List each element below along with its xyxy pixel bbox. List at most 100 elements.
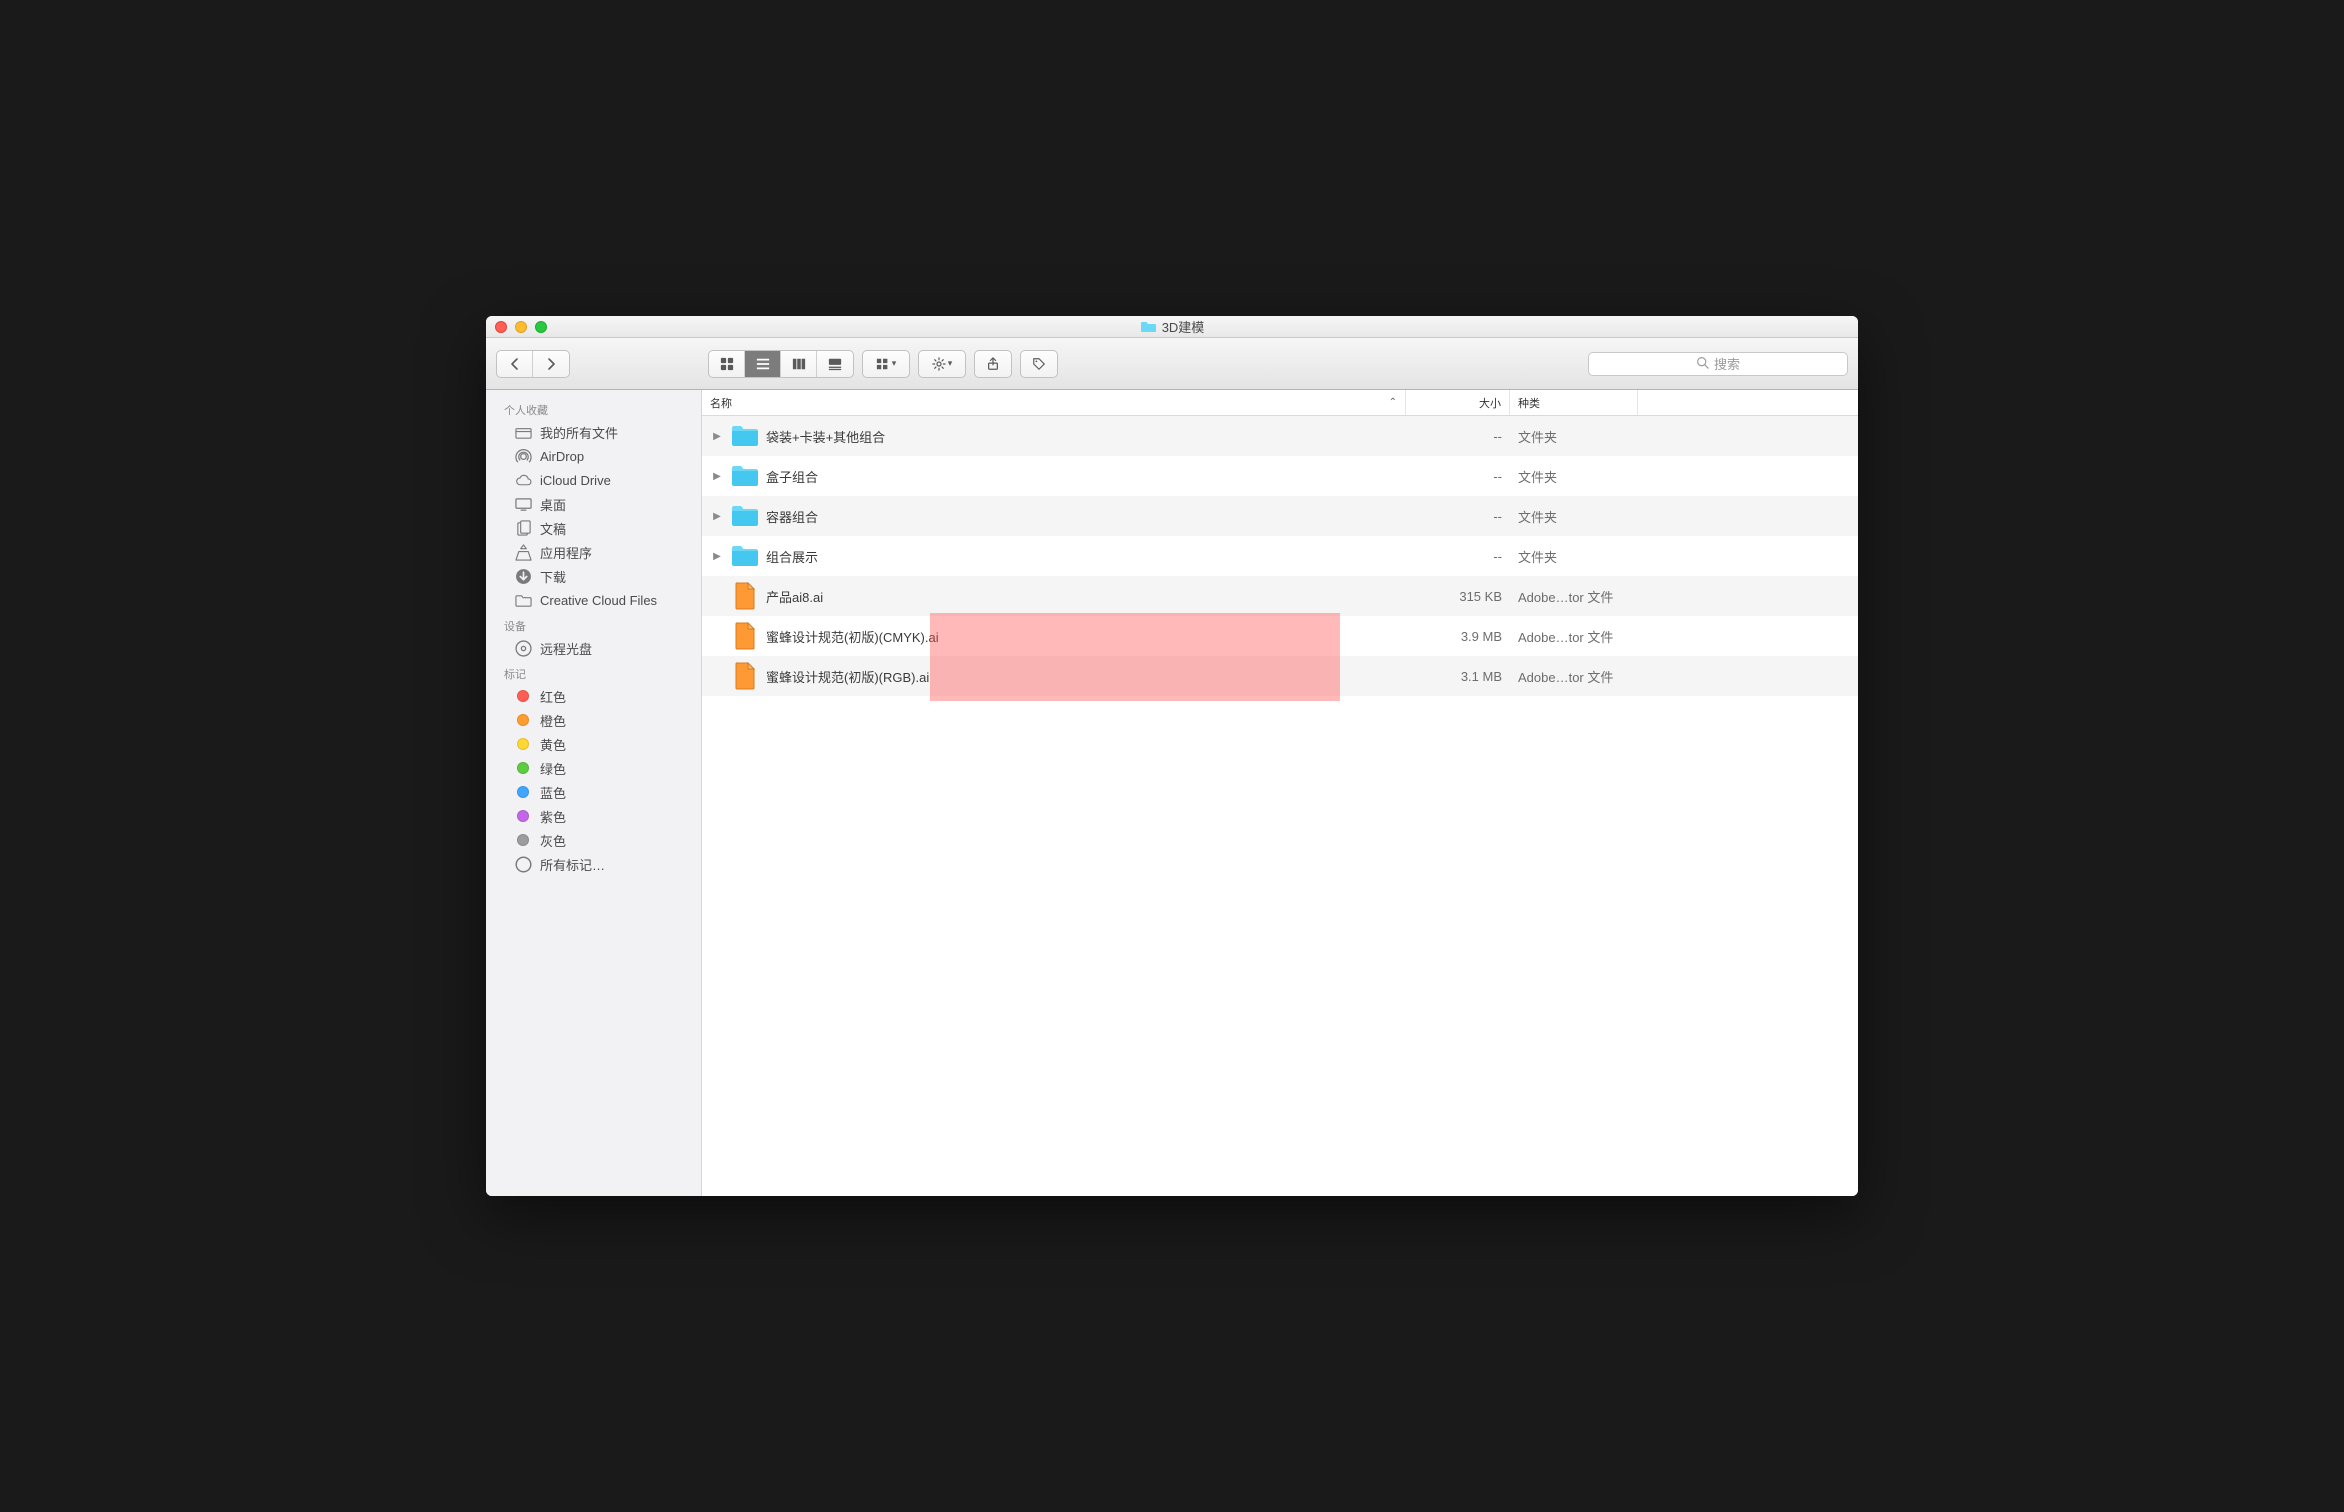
share-button[interactable]	[975, 351, 1011, 377]
sidebar-item[interactable]: 蓝色	[486, 780, 701, 804]
sidebar-item[interactable]: AirDrop	[486, 444, 701, 468]
arrange-button[interactable]: ▾	[863, 351, 909, 377]
table-row[interactable]: ▶容器组合--文件夹	[702, 496, 1858, 536]
window-title-text: 3D建模	[1162, 317, 1205, 336]
titlebar[interactable]: 3D建模	[486, 316, 1858, 338]
close-window-button[interactable]	[495, 321, 507, 333]
disclosure-triangle-icon[interactable]: ▶	[710, 511, 724, 522]
sidebar-item-label: 应用程序	[540, 543, 592, 562]
forward-button[interactable]	[533, 351, 569, 377]
column-view-button[interactable]	[781, 351, 817, 377]
sidebar-item-label: 橙色	[540, 711, 566, 730]
sidebar-item-label: 黄色	[540, 735, 566, 754]
disclosure-triangle-icon[interactable]: ▶	[710, 551, 724, 562]
tag-dot	[514, 831, 532, 849]
file-kind: 文件夹	[1510, 427, 1638, 446]
sidebar-item[interactable]: 远程光盘	[486, 636, 701, 660]
table-row[interactable]: ▶ 袋装+卡装+其他组合 --文件夹	[702, 416, 1858, 456]
finder-window: 3D建模 ▾ ▾ 搜索 个人收藏	[486, 316, 1858, 1196]
sidebar-item[interactable]: 文稿	[486, 516, 701, 540]
apps-icon	[514, 543, 532, 561]
sidebar-item-label: AirDrop	[540, 449, 584, 464]
sidebar-item-label: 绿色	[540, 759, 566, 778]
sidebar-item[interactable]: 桌面	[486, 492, 701, 516]
action-group: ▾	[918, 350, 966, 378]
cloud-icon	[514, 471, 532, 489]
sidebar-item[interactable]: 灰色	[486, 828, 701, 852]
sidebar-item[interactable]: 应用程序	[486, 540, 701, 564]
search-field[interactable]: 搜索	[1588, 352, 1848, 376]
minimize-window-button[interactable]	[515, 321, 527, 333]
sidebar-item[interactable]: 所有标记…	[486, 852, 701, 876]
file-name: 产品ai8.ai	[766, 587, 823, 606]
icon-view-button[interactable]	[709, 351, 745, 377]
sidebar-item[interactable]: Creative Cloud Files	[486, 588, 701, 612]
sort-indicator-icon: ⌃	[1389, 397, 1397, 408]
sidebar-item[interactable]: iCloud Drive	[486, 468, 701, 492]
file-size: 315 KB	[1406, 589, 1510, 604]
sidebar-item[interactable]: 下载	[486, 564, 701, 588]
columns-header: 名称 ⌃ 大小 种类	[702, 390, 1858, 416]
coverflow-view-button[interactable]	[817, 351, 853, 377]
file-size: 3.1 MB	[1406, 669, 1510, 684]
file-size: --	[1406, 429, 1510, 444]
edit-tags-button[interactable]	[1021, 351, 1057, 377]
column-header-kind[interactable]: 种类	[1510, 390, 1638, 415]
sidebar-item-label: 灰色	[540, 831, 566, 850]
file-name: 蜜蜂设计规范(初版)(RGB).ai	[766, 667, 929, 686]
ai-file-icon	[730, 661, 760, 691]
sidebar-item[interactable]: 红色	[486, 684, 701, 708]
search-icon	[1696, 356, 1709, 372]
tag-dot	[514, 735, 532, 753]
folder-icon	[730, 421, 760, 451]
sidebar-item[interactable]: 绿色	[486, 756, 701, 780]
folder-icon	[514, 591, 532, 609]
sidebar-item-label: 下载	[540, 567, 566, 586]
table-row[interactable]: 产品ai8.ai 315 KBAdobe…tor 文件	[702, 576, 1858, 616]
back-button[interactable]	[497, 351, 533, 377]
sidebar-item-label: 桌面	[540, 495, 566, 514]
sidebar-heading: 个人收藏	[486, 396, 701, 420]
sidebar-item-label: 我的所有文件	[540, 423, 618, 442]
file-size: 3.9 MB	[1406, 629, 1510, 644]
tag-dot	[514, 807, 532, 825]
table-row[interactable]: ▶盒子组合--文件夹	[702, 456, 1858, 496]
sidebar-item-label: 所有标记…	[540, 855, 605, 874]
search-placeholder: 搜索	[1714, 354, 1740, 373]
file-size: --	[1406, 469, 1510, 484]
tag-dot	[514, 711, 532, 729]
folder-icon	[730, 541, 760, 571]
disclosure-triangle-icon[interactable]: ▶	[710, 471, 724, 482]
table-row[interactable]: 蜜蜂设计规范(初版)(CMYK).ai3.9 MBAdobe…tor 文件	[702, 616, 1858, 656]
folder-icon	[730, 461, 760, 491]
table-row[interactable]: 蜜蜂设计规范(初版)(RGB).ai 3.1 MBAdobe…tor 文件	[702, 656, 1858, 696]
ai-file-icon	[730, 621, 760, 651]
column-header-size[interactable]: 大小	[1406, 390, 1510, 415]
file-name: 袋装+卡装+其他组合	[766, 427, 885, 446]
sidebar-item[interactable]: 橙色	[486, 708, 701, 732]
sidebar-item[interactable]: 黄色	[486, 732, 701, 756]
file-kind: Adobe…tor 文件	[1510, 587, 1638, 606]
column-header-name[interactable]: 名称 ⌃	[702, 390, 1406, 415]
file-kind: 文件夹	[1510, 467, 1638, 486]
tags-group	[1020, 350, 1058, 378]
table-row[interactable]: ▶组合展示--文件夹	[702, 536, 1858, 576]
disclosure-triangle-icon[interactable]: ▶	[710, 431, 724, 442]
list-view-button[interactable]	[745, 351, 781, 377]
file-size: --	[1406, 549, 1510, 564]
traffic-lights	[495, 321, 547, 333]
sidebar-item[interactable]: 紫色	[486, 804, 701, 828]
action-button[interactable]: ▾	[919, 351, 965, 377]
sidebar-item-label: 蓝色	[540, 783, 566, 802]
nav-buttons	[496, 350, 570, 378]
sidebar-item-label: 远程光盘	[540, 639, 592, 658]
sidebar-item[interactable]: 我的所有文件	[486, 420, 701, 444]
all-tags-icon	[514, 855, 532, 873]
file-name: 蜜蜂设计规范(初版)(CMYK).ai	[766, 627, 939, 646]
file-kind: Adobe…tor 文件	[1510, 667, 1638, 686]
sidebar-item-label: Creative Cloud Files	[540, 593, 657, 608]
sidebar-heading: 设备	[486, 612, 701, 636]
file-kind: 文件夹	[1510, 507, 1638, 526]
fullscreen-window-button[interactable]	[535, 321, 547, 333]
sidebar-item-label: 紫色	[540, 807, 566, 826]
